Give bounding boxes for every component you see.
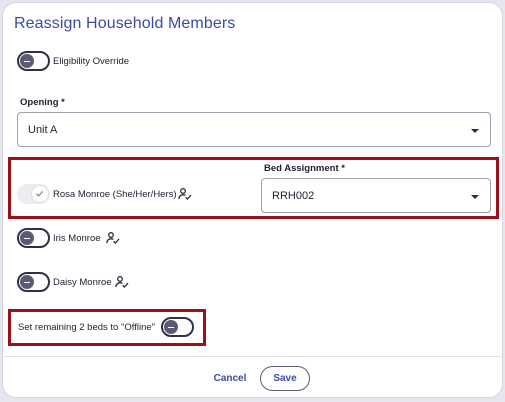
person-check-icon <box>178 188 192 200</box>
bed-assignment-label: Bed Assignment * <box>264 163 345 174</box>
bed-assignment-value: RRH002 <box>272 190 315 202</box>
eligibility-override-label: Eligibility Override <box>53 56 130 67</box>
opening-label: Opening * <box>20 97 65 108</box>
chevron-down-icon <box>471 195 479 199</box>
toggle-off-icon <box>20 275 34 289</box>
toggle-off-icon <box>20 54 34 68</box>
opening-value: Unit A <box>28 124 58 136</box>
toggle-off-icon <box>164 320 178 334</box>
check-icon <box>35 190 44 197</box>
offline-toggle[interactable] <box>161 317 194 337</box>
bed-assignment-select[interactable]: RRH002 <box>261 178 491 213</box>
footer-divider <box>4 356 501 357</box>
member-toggle-daisy[interactable] <box>17 272 50 292</box>
cancel-button[interactable]: Cancel <box>210 368 250 390</box>
member-toggle-rosa[interactable] <box>17 184 50 204</box>
member-toggle-iris[interactable] <box>17 228 50 248</box>
dialog-title: Reassign Household Members <box>14 15 236 32</box>
person-check-icon <box>115 276 129 288</box>
reassign-dialog: Reassign Household Members Eligibility O… <box>2 2 503 398</box>
save-button[interactable]: Save <box>260 366 310 391</box>
offline-label: Set remaining 2 beds to "Offline" <box>18 322 156 333</box>
opening-select[interactable]: Unit A <box>17 112 491 147</box>
member-name-daisy: Daisy Monroe <box>53 277 112 288</box>
toggle-off-icon <box>20 231 34 245</box>
member-name-iris: Iris Monroe <box>53 233 101 244</box>
member-name-rosa: Rosa Monroe (She/Her/Hers) <box>53 189 177 200</box>
person-check-icon <box>106 232 120 244</box>
eligibility-override-toggle[interactable] <box>17 51 50 71</box>
chevron-down-icon <box>471 129 479 133</box>
